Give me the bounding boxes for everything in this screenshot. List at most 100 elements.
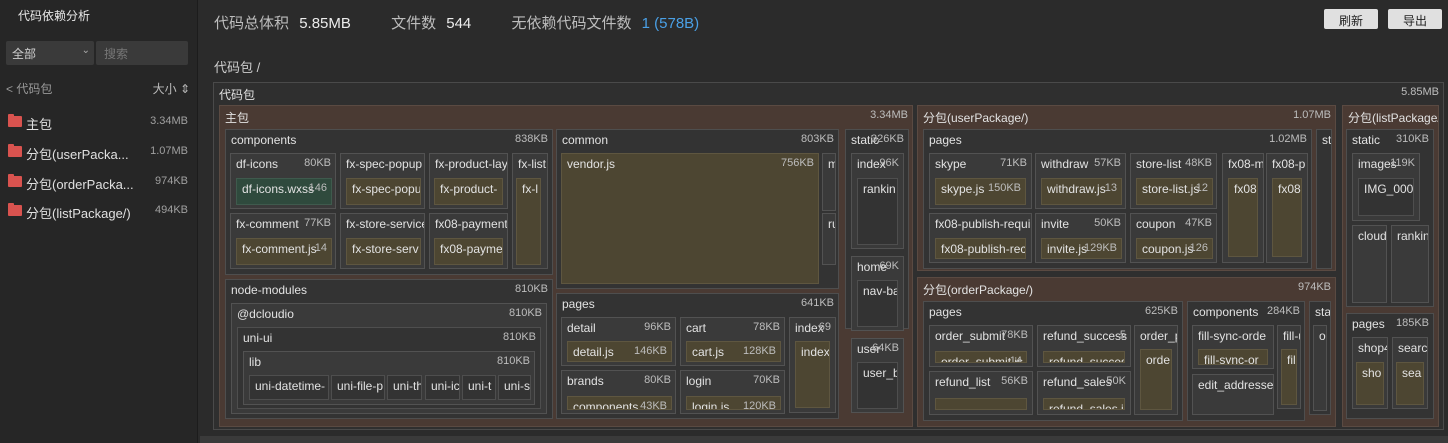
treemap-node-label: components <box>231 133 297 147</box>
horizontal-scrollbar[interactable] <box>200 436 1448 443</box>
treemap-node-vendor[interactable]: vendor.js 756KB <box>561 153 819 284</box>
treemap-node-size: 756KB <box>780 157 814 169</box>
treemap-node-limages-f[interactable]: IMG_0001_ <box>1358 178 1414 216</box>
treemap-node-fx08m-f[interactable]: fx08 <box>1228 178 1258 257</box>
treemap-node-u4[interactable]: uni-ic <box>425 375 460 400</box>
search-input[interactable]: 搜索 <box>96 41 188 65</box>
treemap-node-pubreq-f[interactable]: fx08-publish-rec <box>935 238 1026 259</box>
treemap-node-cm[interactable]: m <box>822 153 836 211</box>
treemap-node-refsuc-f[interactable]: refund_succes <box>1043 351 1125 363</box>
package-name: 分包(listPackage/) <box>26 206 131 221</box>
treemap-node-detail-f[interactable]: detail.js 146KB <box>567 341 672 362</box>
treemap-node-user-f[interactable]: user_b <box>857 362 898 409</box>
package-item-order[interactable]: 分包(orderPacka... 974KB <box>6 172 192 194</box>
treemap-node-u6[interactable]: uni-s <box>498 375 531 400</box>
treemap-node-label: store-list <box>1136 157 1182 171</box>
treemap-node-u3[interactable]: uni-th <box>387 375 422 400</box>
treemap-node-label: fx-product-lay <box>435 157 508 171</box>
treemap-node-size: 974KB <box>1297 281 1331 293</box>
treemap-node-label: login <box>686 374 712 388</box>
treemap-node-fx08p-f[interactable]: fx08 <box>1272 178 1302 257</box>
treemap-node-u2[interactable]: uni-file-p <box>331 375 385 400</box>
treemap-node-sindex-f[interactable]: rankin <box>857 178 898 245</box>
treemap-node-size: 803KB <box>800 133 834 145</box>
treemap-node-withdraw-f[interactable]: withdraw.js 13 <box>1041 178 1122 205</box>
package-back-link[interactable]: < 代码包 <box>6 82 52 96</box>
treemap-node-u5[interactable]: uni-t <box>462 375 496 400</box>
treemap-node-cart-f[interactable]: cart.js 128KB <box>686 341 781 362</box>
treemap-node-ostat-f[interactable]: o <box>1313 325 1327 411</box>
treemap-node-label: cart <box>686 321 707 335</box>
treemap-node-size: 80KB <box>644 374 671 386</box>
treemap-node-label: fx-spec-popup <box>346 157 423 171</box>
treemap-node-dficons-f[interactable]: df-icons.wxss 146 <box>236 178 332 205</box>
treemap-node-storelist-f[interactable]: store-list.js 12 <box>1136 178 1213 205</box>
treemap-node-editaddr[interactable]: edit_addresse <box>1192 374 1274 415</box>
package-name: 主包 <box>26 117 53 132</box>
treemap-node-size: 810KB <box>508 307 542 319</box>
treemap-node-label: vendor.js <box>567 157 616 171</box>
filter-select[interactable]: 全部 ⌄ <box>6 41 94 65</box>
treemap-node-fxlist-f[interactable]: fx-l <box>516 178 541 265</box>
treemap-node-search-f[interactable]: sea <box>1396 362 1424 405</box>
treemap-node-label: pages <box>1352 317 1385 331</box>
treemap-node-size: 69 <box>818 321 831 333</box>
treemap-node-size: 70KB <box>753 374 780 386</box>
treemap-node-label: fx-product- <box>440 182 498 196</box>
treemap-node-fxcomment-f[interactable]: fx-comment.js 14 <box>236 238 332 265</box>
treemap-node-label: uni-th <box>393 379 422 393</box>
package-item-list[interactable]: 分包(listPackage/) 494KB <box>6 201 192 223</box>
treemap-node-label: coupon <box>1136 217 1176 231</box>
treemap-node-label: components <box>1193 305 1259 319</box>
treemap-node-orderp-f[interactable]: orde <box>1140 349 1172 410</box>
breadcrumb: 代码包 / <box>214 60 261 75</box>
package-item-main[interactable]: 主包 3.34MB <box>6 112 192 134</box>
treemap-node-cr[interactable]: ru <box>822 213 836 265</box>
treemap-node-label: uni-datetime- <box>255 379 326 393</box>
stats-bar: 代码总体积 5.85MB 文件数 544 无依赖代码文件数 1 (578B) <box>214 12 705 33</box>
treemap-node-fillsync-f[interactable]: fill-sync-or <box>1198 349 1268 365</box>
treemap-node-fxstore-f[interactable]: fx-store-serv <box>346 238 421 265</box>
treemap-node-home-f[interactable]: nav-ba <box>857 280 898 327</box>
treemap-node-u1[interactable]: uni-datetime- <box>249 375 329 400</box>
treemap-node-brands-f[interactable]: components 43KB <box>567 396 672 410</box>
treemap-node-fx08pay-f[interactable]: fx08-payme <box>434 238 503 265</box>
treemap-node-label: fx08-publish-rec <box>941 242 1026 256</box>
treemap-node-cloud[interactable]: cloud <box>1352 225 1387 303</box>
total-size-label: 代码总体积 <box>214 15 290 32</box>
treemap-node-st[interactable]: st <box>1316 129 1332 269</box>
export-button[interactable]: 导出 <box>1388 9 1442 29</box>
treemap-node-fxspec-f[interactable]: fx-spec-popu <box>346 178 421 205</box>
treemap-node-index-f[interactable]: index. <box>795 341 830 408</box>
treemap-node-fillu-f[interactable]: fil <box>1281 349 1297 405</box>
treemap-node-shop-f[interactable]: sho <box>1356 362 1384 405</box>
treemap-node-label: 分包(userPackage/) <box>923 111 1029 125</box>
treemap-node-fxprod-f[interactable]: fx-product- <box>434 178 503 205</box>
treemap-node-size: 326KB <box>870 133 904 145</box>
treemap-node-login-f[interactable]: login.js 120KB <box>686 396 781 410</box>
treemap-node-refsales-f[interactable]: refund_sales.js <box>1043 398 1125 410</box>
sort-by-size-button[interactable]: 大小 ⇕ <box>153 80 190 97</box>
treemap-node-label: detail <box>567 321 596 335</box>
treemap-node-label: ru <box>828 217 835 231</box>
treemap-node-size: 80KB <box>304 157 331 169</box>
treemap-node-label: fx-store-service <box>346 217 425 231</box>
package-item-user[interactable]: 分包(userPacka... 1.07MB <box>6 142 192 164</box>
treemap-node-label: @dcloudio <box>237 307 294 321</box>
treemap-node-label: 代码包 <box>219 88 256 102</box>
treemap-node-reflist-f-none[interactable] <box>935 398 1027 410</box>
treemap-node-osubmit-f[interactable]: order_submit.js 14 <box>935 351 1027 363</box>
treemap-node-label: components <box>573 400 639 410</box>
treemap-node-size: 284KB <box>1266 305 1300 317</box>
treemap-node-invite-f[interactable]: invite.js 129KB <box>1041 238 1122 259</box>
package-list-header: < 代码包 大小 ⇕ <box>6 80 192 98</box>
treemap-node-label: fx-list <box>518 157 546 171</box>
treemap-node-coupon-f[interactable]: coupon.js 126 <box>1136 238 1213 259</box>
treemap-node-label: fx08-publish-requi <box>935 217 1031 231</box>
treemap-node-skype-f[interactable]: skype.js 150KB <box>935 178 1026 205</box>
treemap-node-label: uni-file-p <box>337 379 384 393</box>
nodep-files-link[interactable]: 1 (578B) <box>642 15 700 32</box>
refresh-button[interactable]: 刷新 <box>1324 9 1378 29</box>
treemap-node-label: o <box>1319 329 1326 343</box>
treemap-node-rank[interactable]: rankin <box>1391 225 1429 303</box>
